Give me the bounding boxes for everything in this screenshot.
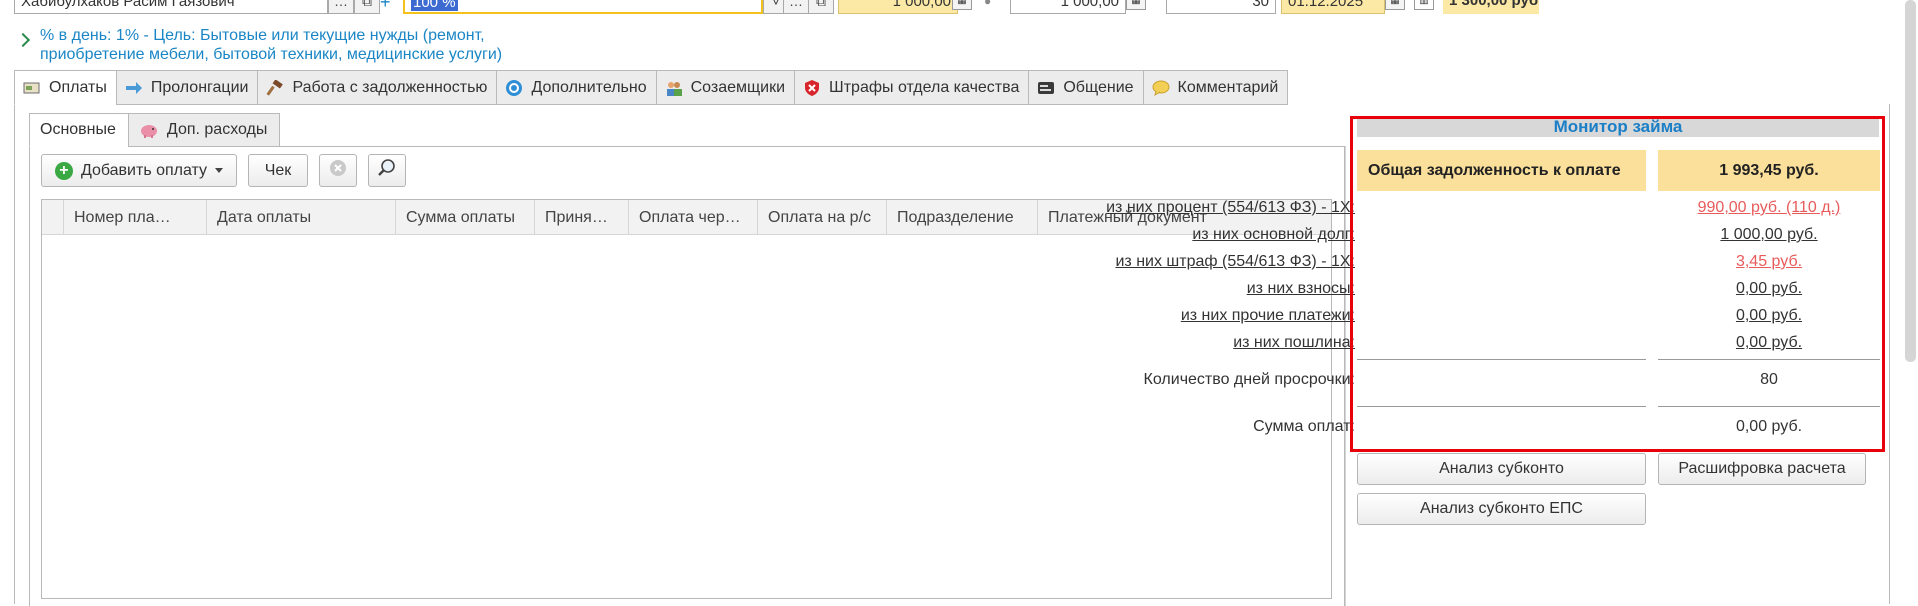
check-label: Чек <box>264 161 292 179</box>
fees-label[interactable]: из них взносы: <box>1247 280 1355 298</box>
client-open-button[interactable]: ⧉ <box>354 0 380 14</box>
column-header-payment-via[interactable]: Оплата чер… <box>629 200 758 235</box>
calendar-icon[interactable]: ▦ <box>1385 0 1405 10</box>
tab-label: Комментарий <box>1177 78 1279 96</box>
table-icon[interactable]: ▥ <box>1414 0 1434 10</box>
add-icon[interactable]: + <box>380 0 391 13</box>
tab-label: Пролонгации <box>150 78 249 96</box>
tab-extra-expenses[interactable]: Доп. расходы <box>127 113 281 147</box>
inner-tabs: Основные Доп. расходы <box>29 113 281 147</box>
tab-label: Основные <box>40 121 116 138</box>
duty-label[interactable]: из них пошлина: <box>1233 334 1355 352</box>
column-header-date[interactable]: Дата оплаты <box>207 200 396 235</box>
calc-breakdown-button[interactable]: Расшифровка расчета <box>1658 453 1866 485</box>
gear-icon <box>505 79 523 96</box>
tab-label: Штрафы отдела качества <box>829 78 1020 96</box>
tab-main[interactable]: Основные <box>29 113 129 147</box>
hammer-icon <box>266 79 284 96</box>
arrow-icon <box>125 80 143 96</box>
chevron-down-icon <box>215 168 224 173</box>
days-field[interactable]: 30 <box>1166 0 1276 14</box>
vertical-scrollbar[interactable] <box>1905 0 1916 362</box>
column-header-department[interactable]: Подразделение <box>887 200 1038 235</box>
tab-label: Общение <box>1063 78 1134 96</box>
main-tabs: Оплаты Пролонгации Работа с задолженност… <box>14 70 1289 105</box>
search-button[interactable] <box>368 154 406 187</box>
magnifier-icon <box>377 158 397 183</box>
expand-chevron-icon[interactable] <box>15 32 31 48</box>
coins-icon: ● <box>984 0 992 8</box>
add-payment-button[interactable]: + Добавить оплату <box>41 154 237 187</box>
shield-icon <box>803 79 821 96</box>
tab-label: Созаемщики <box>690 78 786 96</box>
calculator-icon[interactable]: ▦ <box>952 0 972 10</box>
tab-label: Оплаты <box>49 78 107 96</box>
button-label: Анализ субконто ЕПС <box>1420 500 1583 517</box>
other-payments-label[interactable]: из них прочие платежи: <box>1181 307 1355 325</box>
total-field: 1 300,00 руб. <box>1443 0 1539 14</box>
client-name-field[interactable]: Хабибулхаков Расим Гаязович <box>14 0 328 14</box>
tab-additional[interactable]: Дополнительно <box>496 70 657 105</box>
analysis-subkonto-button[interactable]: Анализ субконто <box>1357 453 1646 485</box>
payments-icon <box>23 80 41 96</box>
amount-field-1[interactable]: 1 000,00 <box>838 0 958 14</box>
tab-coborrowers[interactable]: Созаемщики <box>655 70 796 105</box>
tab-comment[interactable]: Комментарий <box>1142 70 1289 105</box>
tab-label: Дополнительно <box>531 78 647 96</box>
penalty-label[interactable]: из них штраф (554/613 ФЗ) - 1Х: <box>1115 253 1355 271</box>
loan-purpose-link[interactable]: % в день: 1% - Цель: Бытовые или текущие… <box>40 26 560 64</box>
overdue-days-label: Количество дней просрочки: <box>1143 371 1355 388</box>
tab-communication[interactable]: Общение <box>1028 70 1144 105</box>
column-header-number[interactable]: Номер пла… <box>64 200 207 235</box>
tab-label: Доп. расходы <box>166 121 268 138</box>
button-label: Анализ субконто <box>1439 460 1564 477</box>
check-button[interactable]: Чек <box>248 154 308 187</box>
comment-icon <box>1152 80 1170 96</box>
tab-prolongations[interactable]: Пролонгации <box>115 70 259 105</box>
principal-label[interactable]: из них основной долг: <box>1192 226 1355 244</box>
rate-open-button[interactable]: ⧉ <box>808 0 834 14</box>
delete-button[interactable] <box>319 154 357 187</box>
calculator-icon[interactable]: ▦ <box>1126 0 1146 10</box>
client-select-button[interactable]: … <box>328 0 354 14</box>
tab-label: Работа с задолженностью <box>292 78 488 96</box>
rate-select-button[interactable]: … <box>783 0 809 14</box>
piggy-bank-icon <box>139 122 159 138</box>
tab-quality-fines[interactable]: Штрафы отдела качества <box>794 70 1030 105</box>
button-label: Расшифровка расчета <box>1678 460 1846 477</box>
column-header-amount[interactable]: Сумма оплаты <box>396 200 535 235</box>
analysis-subkonto-eps-button[interactable]: Анализ субконто ЕПС <box>1357 493 1646 525</box>
cancel-circle-icon <box>329 159 347 182</box>
date-field[interactable]: 01.12.2025 <box>1281 0 1385 14</box>
rate-field[interactable]: 100 % <box>403 0 763 14</box>
column-header-marker[interactable] <box>42 200 64 235</box>
payments-sum-label: Сумма оплат: <box>1253 418 1355 435</box>
add-payment-label: Добавить оплату <box>80 161 208 179</box>
amount-field-2[interactable]: 1 000,00 <box>1010 0 1126 14</box>
column-header-accepted[interactable]: Приня… <box>535 200 629 235</box>
chat-terminal-icon <box>1037 80 1055 96</box>
tab-debt-work[interactable]: Работа с задолженностью <box>257 70 498 105</box>
loan-monitor-highlight-box <box>1350 116 1885 452</box>
column-header-payment-account[interactable]: Оплата на р/с <box>758 200 887 235</box>
tab-payments[interactable]: Оплаты <box>14 70 117 105</box>
people-icon <box>665 80 683 96</box>
interest-label[interactable]: из них процент (554/613 ФЗ) - 1Х: <box>1106 199 1355 217</box>
plus-icon: + <box>54 161 73 180</box>
